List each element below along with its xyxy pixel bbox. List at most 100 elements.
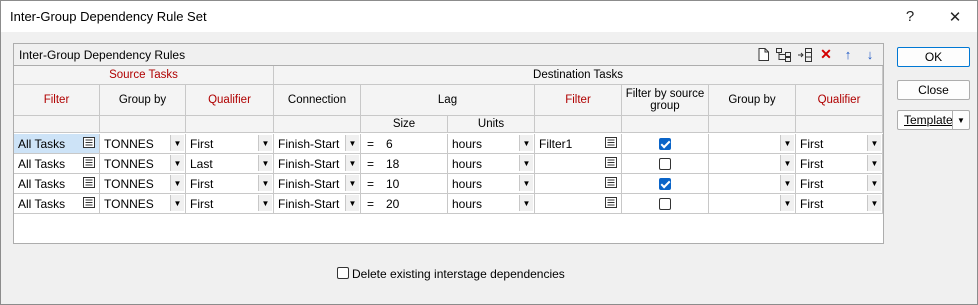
cell-dest-filter[interactable] bbox=[535, 154, 622, 174]
source-qualifier-subheader bbox=[186, 116, 274, 133]
cell-dest-group-by[interactable]: ▼ bbox=[709, 194, 796, 214]
cell-filter-by-source[interactable] bbox=[622, 194, 709, 214]
chevron-down-icon[interactable]: ▼ bbox=[519, 175, 533, 191]
filter-by-source-checkbox[interactable] bbox=[659, 158, 671, 170]
insert-row-button[interactable] bbox=[796, 46, 814, 63]
cell-dest-filter[interactable]: Filter1 bbox=[535, 134, 622, 154]
delete-existing-label: Delete existing interstage dependencies bbox=[352, 267, 565, 281]
group-by-value: TONNES bbox=[104, 137, 154, 151]
cell-group-by[interactable]: TONNES ▼ bbox=[100, 174, 186, 194]
filter-by-source-checkbox[interactable] bbox=[659, 198, 671, 210]
connection-value: Finish-Start bbox=[278, 157, 340, 171]
rules-panel: Inter-Group Dependency Rules ✕ ↑ ↓ Sourc… bbox=[13, 43, 884, 244]
template-dropdown-icon[interactable]: ▼ bbox=[952, 111, 969, 129]
cell-size[interactable]: = 20 bbox=[361, 194, 448, 214]
cell-qualifier[interactable]: First ▼ bbox=[186, 134, 274, 154]
chevron-down-icon[interactable]: ▼ bbox=[345, 175, 359, 191]
cell-dest-group-by[interactable]: ▼ bbox=[709, 154, 796, 174]
cell-dest-group-by[interactable]: ▼ bbox=[709, 174, 796, 194]
cell-connection[interactable]: Finish-Start ▼ bbox=[274, 174, 361, 194]
chevron-down-icon[interactable]: ▼ bbox=[258, 135, 272, 151]
cell-qualifier[interactable]: First ▼ bbox=[186, 174, 274, 194]
delete-existing-checkbox[interactable] bbox=[337, 267, 349, 279]
source-group-by-subheader bbox=[100, 116, 186, 133]
filter-value: All Tasks bbox=[18, 177, 66, 191]
units-value: hours bbox=[452, 157, 483, 171]
cell-filter-by-source[interactable] bbox=[622, 174, 709, 194]
cell-size[interactable]: = 6 bbox=[361, 134, 448, 154]
chevron-down-icon[interactable]: ▼ bbox=[258, 175, 272, 191]
chevron-down-icon[interactable]: ▼ bbox=[780, 175, 794, 191]
help-icon: ? bbox=[905, 8, 915, 25]
chevron-down-icon[interactable]: ▼ bbox=[170, 155, 184, 171]
dest-filter-subheader bbox=[535, 116, 622, 133]
cell-connection[interactable]: Finish-Start ▼ bbox=[274, 154, 361, 174]
cell-dest-filter[interactable] bbox=[535, 174, 622, 194]
cell-dest-filter[interactable] bbox=[535, 194, 622, 214]
chevron-down-icon[interactable]: ▼ bbox=[519, 155, 533, 171]
source-filter-header: Filter bbox=[14, 85, 100, 116]
chevron-down-icon[interactable]: ▼ bbox=[867, 155, 881, 171]
cell-filter-by-source[interactable] bbox=[622, 134, 709, 154]
chevron-down-icon[interactable]: ▼ bbox=[519, 135, 533, 151]
move-up-button[interactable]: ↑ bbox=[839, 46, 857, 63]
chevron-down-icon[interactable]: ▼ bbox=[519, 195, 533, 211]
group-by-value: TONNES bbox=[104, 197, 154, 211]
cell-dest-qualifier[interactable]: First ▼ bbox=[796, 134, 883, 154]
cell-filter[interactable]: All Tasks bbox=[14, 194, 100, 214]
chevron-down-icon[interactable]: ▼ bbox=[258, 195, 272, 211]
chevron-down-icon[interactable]: ▼ bbox=[170, 135, 184, 151]
ok-button[interactable]: OK bbox=[897, 47, 970, 67]
close-window-button[interactable]: ✕ bbox=[933, 1, 977, 32]
chevron-down-icon[interactable]: ▼ bbox=[345, 155, 359, 171]
cell-group-by[interactable]: TONNES ▼ bbox=[100, 134, 186, 154]
cell-filter-by-source[interactable] bbox=[622, 154, 709, 174]
insert-child-button[interactable] bbox=[775, 46, 793, 63]
move-down-button[interactable]: ↓ bbox=[861, 46, 879, 63]
destination-tasks-header: Destination Tasks bbox=[274, 66, 883, 85]
chevron-down-icon[interactable]: ▼ bbox=[867, 195, 881, 211]
chevron-down-icon[interactable]: ▼ bbox=[345, 135, 359, 151]
chevron-down-icon[interactable]: ▼ bbox=[170, 195, 184, 211]
source-filter-subheader bbox=[14, 116, 100, 133]
cell-group-by[interactable]: TONNES ▼ bbox=[100, 194, 186, 214]
cell-filter[interactable]: All Tasks bbox=[14, 154, 100, 174]
chevron-down-icon[interactable]: ▼ bbox=[258, 155, 272, 171]
cell-size[interactable]: = 18 bbox=[361, 154, 448, 174]
cell-units[interactable]: hours ▼ bbox=[448, 134, 535, 154]
filter-by-source-checkbox[interactable] bbox=[659, 178, 671, 190]
chevron-down-icon[interactable]: ▼ bbox=[780, 135, 794, 151]
insert-child-icon bbox=[776, 47, 791, 62]
template-button[interactable]: Template ▼ bbox=[897, 110, 970, 130]
title-bar: Inter-Group Dependency Rule Set ? ✕ bbox=[1, 1, 977, 32]
close-button[interactable]: Close bbox=[897, 80, 970, 100]
cell-units[interactable]: hours ▼ bbox=[448, 174, 535, 194]
chevron-down-icon[interactable]: ▼ bbox=[170, 175, 184, 191]
cell-qualifier[interactable]: First ▼ bbox=[186, 194, 274, 214]
cell-filter[interactable]: All Tasks bbox=[14, 174, 100, 194]
cell-filter[interactable]: All Tasks bbox=[14, 134, 100, 154]
cell-units[interactable]: hours ▼ bbox=[448, 194, 535, 214]
units-value: hours bbox=[452, 177, 483, 191]
new-button[interactable] bbox=[754, 46, 772, 63]
cell-dest-group-by[interactable]: ▼ bbox=[709, 134, 796, 154]
cell-dest-qualifier[interactable]: First ▼ bbox=[796, 174, 883, 194]
cell-dest-qualifier[interactable]: First ▼ bbox=[796, 194, 883, 214]
filter-value: All Tasks bbox=[18, 197, 66, 211]
help-button[interactable]: ? bbox=[888, 1, 932, 32]
cell-qualifier[interactable]: Last ▼ bbox=[186, 154, 274, 174]
cell-size[interactable]: = 10 bbox=[361, 174, 448, 194]
chevron-down-icon[interactable]: ▼ bbox=[867, 135, 881, 151]
cell-units[interactable]: hours ▼ bbox=[448, 154, 535, 174]
cell-connection[interactable]: Finish-Start ▼ bbox=[274, 194, 361, 214]
dest-qualifier-subheader bbox=[796, 116, 883, 133]
cell-group-by[interactable]: TONNES ▼ bbox=[100, 154, 186, 174]
delete-button[interactable]: ✕ bbox=[817, 46, 835, 63]
chevron-down-icon[interactable]: ▼ bbox=[780, 155, 794, 171]
chevron-down-icon[interactable]: ▼ bbox=[780, 195, 794, 211]
chevron-down-icon[interactable]: ▼ bbox=[345, 195, 359, 211]
chevron-down-icon[interactable]: ▼ bbox=[867, 175, 881, 191]
cell-dest-qualifier[interactable]: First ▼ bbox=[796, 154, 883, 174]
cell-connection[interactable]: Finish-Start ▼ bbox=[274, 134, 361, 154]
filter-by-source-checkbox[interactable] bbox=[659, 138, 671, 150]
